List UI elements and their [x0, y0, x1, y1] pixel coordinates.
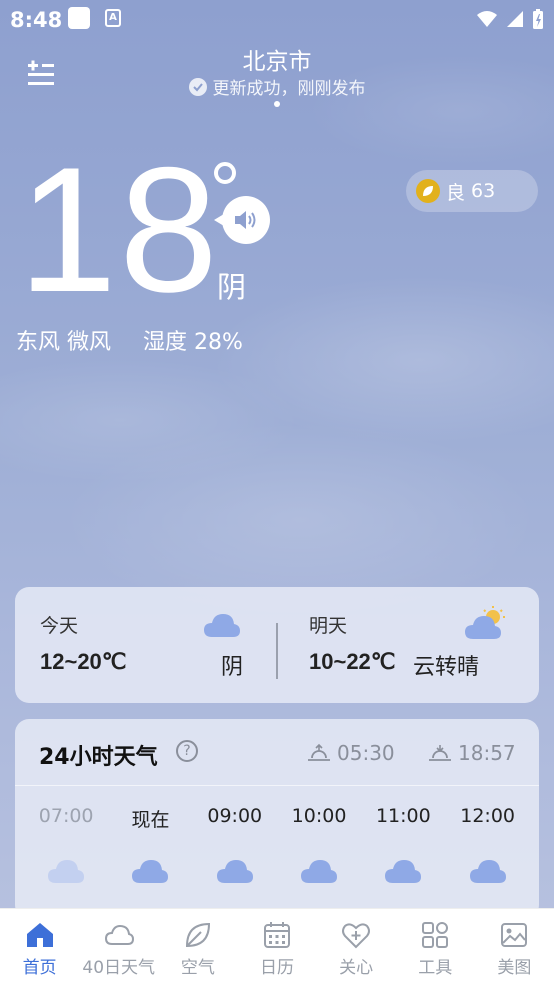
status-icons — [476, 8, 544, 30]
status-time: 8:48 — [10, 8, 63, 32]
sunset-time: 18:57 — [458, 741, 516, 765]
aqi-level: 良 — [446, 181, 466, 204]
cloudy-icon — [204, 614, 240, 637]
update-status-text: 更新成功，刚刚发布 — [212, 79, 366, 99]
today-label: 今天 — [40, 615, 79, 637]
hourly-forecast-card[interactable]: 24小时天气 ? 05:30 18:57 07:00 现在 09:00 10:0… — [15, 719, 539, 919]
sunrise-time: 05:30 — [337, 741, 395, 765]
sunrise: 05:30 — [307, 741, 395, 765]
wind-text: 东风 微风 — [16, 330, 111, 355]
hour-label: 现在 — [131, 809, 170, 831]
voice-broadcast-button[interactable] — [214, 196, 270, 244]
hour-weather — [445, 857, 529, 885]
aqi-badge[interactable]: 良 63 — [406, 170, 538, 212]
tomorrow-range: 10~22℃ — [309, 649, 396, 674]
today-condition: 阴 — [221, 655, 244, 680]
nav-40day[interactable]: 40日天气 — [79, 909, 158, 985]
cloudy-icon — [132, 860, 169, 883]
cloudy-icon — [216, 860, 253, 883]
two-day-forecast-card[interactable]: 今天 12~20℃ 阴 明天 10~22℃ 云转晴 — [15, 587, 539, 703]
nav-label: 关心 — [339, 958, 374, 978]
bottom-nav: 首页 40日天气 空气 日历 关心 工具 美图 — [0, 908, 554, 985]
status-bar: 8:48 A — [0, 0, 554, 38]
wind-humidity-row: 东风 微风 湿度 28% — [16, 324, 243, 356]
hourly-title: 24小时天气 — [39, 745, 158, 770]
hour-weather — [277, 857, 361, 885]
battery-icon — [533, 9, 543, 29]
today-range: 12~20℃ — [40, 649, 127, 674]
speaker-icon — [235, 211, 256, 229]
cloudy-icon — [469, 860, 506, 883]
tomorrow-condition: 云转晴 — [413, 655, 480, 680]
sunrise-icon — [308, 743, 330, 761]
hour-weather — [193, 857, 277, 885]
nav-label: 空气 — [180, 958, 215, 978]
hourly-icons — [24, 857, 530, 885]
humidity-text: 湿度 28% — [143, 330, 243, 355]
tomorrow-label: 明天 — [309, 615, 348, 637]
nav-care[interactable]: 关心 — [317, 909, 396, 985]
nav-label: 美图 — [497, 958, 532, 978]
nav-label: 首页 — [22, 958, 57, 978]
aqi-value: 63 — [471, 180, 496, 202]
page-indicator-dot — [274, 101, 280, 107]
leaf-icon — [185, 922, 210, 948]
hour-label: 10:00 — [291, 805, 347, 827]
app-notification-icon: A — [105, 9, 121, 27]
signal-icon — [507, 11, 523, 27]
current-temperature: 18 — [18, 130, 220, 329]
update-status: 更新成功，刚刚发布 — [0, 74, 554, 99]
today-forecast[interactable]: 今天 12~20℃ 阴 — [15, 587, 277, 703]
hour-label: 12:00 — [460, 805, 516, 827]
notification-icon — [68, 7, 90, 29]
hour-label: 07:00 — [38, 805, 94, 827]
image-icon — [501, 923, 528, 947]
hour-weather — [361, 857, 445, 885]
home-icon — [26, 923, 53, 947]
nav-home[interactable]: 首页 — [0, 909, 79, 985]
cloud-icon — [104, 924, 134, 945]
current-condition: 阴 — [217, 270, 247, 304]
hour-weather — [24, 857, 108, 885]
leaf-icon — [416, 179, 440, 203]
nav-label: 日历 — [259, 958, 294, 978]
sunset: 18:57 — [428, 741, 516, 765]
nav-label: 工具 — [418, 958, 453, 978]
tools-grid-icon — [422, 922, 449, 948]
sunset-icon — [429, 745, 451, 761]
nav-air[interactable]: 空气 — [158, 909, 237, 985]
tomorrow-forecast[interactable]: 明天 10~22℃ 云转晴 — [277, 587, 539, 703]
wifi-icon — [477, 11, 497, 27]
nav-label: 40日天气 — [82, 958, 156, 978]
nav-tools[interactable]: 工具 — [396, 909, 475, 985]
heart-plus-icon — [342, 923, 371, 949]
hour-label: 11:00 — [375, 805, 431, 827]
hour-label: 09:00 — [207, 805, 263, 827]
nav-calendar[interactable]: 日历 — [237, 909, 316, 985]
nav-gallery[interactable]: 美图 — [475, 909, 554, 985]
city-name[interactable]: 北京市 — [0, 42, 554, 76]
calendar-icon — [263, 922, 290, 948]
degree-symbol — [214, 162, 236, 184]
hourly-times: 07:00 现在 09:00 10:00 11:00 12:00 — [24, 805, 530, 832]
cloudy-icon — [385, 860, 422, 883]
divider — [15, 785, 539, 786]
partly-sunny-icon — [465, 606, 505, 639]
cloudy-icon — [301, 860, 338, 883]
hour-weather — [108, 857, 192, 885]
check-icon — [188, 77, 207, 96]
help-icon[interactable]: ? — [176, 740, 198, 762]
cloudy-icon — [48, 860, 85, 883]
